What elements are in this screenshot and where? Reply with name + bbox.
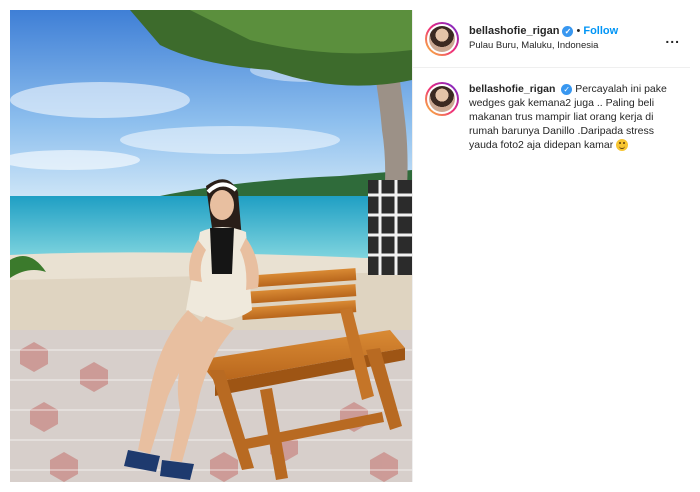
username-link[interactable]: bellashofie_rigan — [469, 25, 559, 39]
caption-avatar[interactable] — [425, 82, 459, 116]
grinning-face-emoji-icon — [616, 139, 629, 152]
avatar-image — [429, 25, 455, 52]
more-options-icon[interactable]: ... — [665, 30, 680, 46]
post-photo[interactable] — [10, 10, 412, 482]
separator-dot: • — [576, 24, 581, 37]
instagram-post: bellashofie_rigan ✓ • Follow Pulau Buru,… — [0, 0, 700, 492]
caption-text-block: bellashofie_rigan ✓ Percayalah ini pake … — [469, 82, 678, 152]
location-link[interactable]: Pulau Buru, Maluku, Indonesia — [469, 40, 618, 52]
follow-button[interactable]: Follow — [583, 25, 618, 39]
beach-photo-image — [10, 10, 412, 482]
post-caption: bellashofie_rigan ✓ Percayalah ini pake … — [413, 68, 690, 152]
verified-badge-icon: ✓ — [561, 84, 573, 95]
post-header: bellashofie_rigan ✓ • Follow Pulau Buru,… — [413, 10, 690, 68]
verified-badge-icon: ✓ — [562, 26, 574, 38]
profile-avatar[interactable] — [425, 21, 459, 56]
avatar-image — [429, 86, 455, 112]
caption-username-link[interactable]: bellashofie_rigan — [469, 83, 555, 95]
post-sidebar: bellashofie_rigan ✓ • Follow Pulau Buru,… — [412, 10, 690, 482]
